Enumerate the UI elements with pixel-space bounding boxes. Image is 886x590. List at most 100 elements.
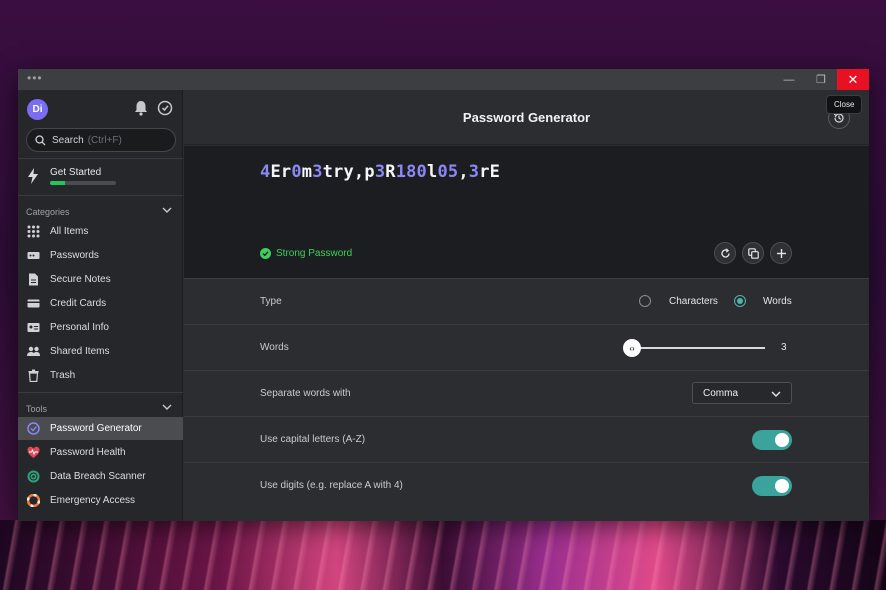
password-segment: 4 — [260, 162, 271, 182]
categories-heading[interactable]: Categories — [26, 207, 176, 217]
sidebar-item-label: All Items — [50, 226, 89, 237]
page-header: Password Generator Close — [184, 90, 869, 145]
search-input[interactable]: Search (Ctrl+F) — [26, 128, 176, 152]
radio-words[interactable] — [734, 295, 746, 307]
sidebar-item-credit-cards[interactable]: Credit Cards — [18, 292, 183, 315]
capital-toggle[interactable] — [752, 430, 792, 450]
categories-heading-label: Categories — [26, 207, 70, 217]
add-item-button[interactable] — [770, 242, 792, 264]
refresh-icon — [720, 247, 730, 258]
chevron-down-icon — [162, 404, 172, 410]
generated-password[interactable]: 4Er0m3try,p3R180l05,3rE — [260, 162, 500, 182]
password-segment: Er — [270, 162, 292, 182]
separator-label: Separate words with — [260, 388, 351, 399]
sidebar-item-label: Secure Notes — [50, 274, 111, 285]
separator-select[interactable]: Comma — [692, 382, 792, 404]
app-window: ••• — ❐ ✕ Di Search (Ctrl+F) Get Started… — [18, 69, 869, 521]
sidebar-item-password-health[interactable]: Password Health — [18, 441, 183, 464]
sidebar-item-personal-info[interactable]: Personal Info — [18, 316, 183, 339]
copy-icon — [747, 247, 759, 259]
option-row-capital: Use capital letters (A-Z) — [184, 416, 869, 462]
option-row-words: Words ‹› 3 — [184, 324, 869, 370]
chevron-down-icon — [162, 207, 172, 213]
desktop-wallpaper — [0, 520, 886, 590]
tools-heading-label: Tools — [26, 404, 48, 414]
maximize-button[interactable]: ❐ — [805, 69, 837, 90]
credit-card-icon — [27, 299, 40, 308]
get-started-item[interactable]: Get Started — [18, 160, 183, 194]
sidebar-item-trash[interactable]: Trash — [18, 364, 183, 387]
lightning-icon — [28, 168, 38, 184]
tools-heading[interactable]: Tools — [26, 404, 176, 414]
sidebar: Di Search (Ctrl+F) Get Started Categorie… — [18, 90, 183, 521]
sidebar-item-data-breach-scanner[interactable]: Data Breach Scanner — [18, 465, 183, 488]
words-slider-track[interactable] — [639, 347, 765, 349]
password-segment: l — [427, 162, 438, 182]
id-card-icon — [27, 323, 40, 332]
radio-characters-label[interactable]: Characters — [669, 296, 718, 307]
password-segment: 3 — [374, 162, 386, 182]
sidebar-item-passwords[interactable]: Passwords — [18, 244, 183, 267]
window-menu-dots[interactable]: ••• — [27, 71, 43, 85]
copy-button[interactable] — [742, 242, 764, 264]
password-segment: 0 — [291, 162, 302, 182]
option-row-type: Type Characters Words — [184, 278, 869, 324]
sidebar-item-label: Shared Items — [50, 346, 110, 357]
strength-label: Strong Password — [276, 248, 353, 259]
main-panel: Password Generator Close 4Er0m3try,p3R18… — [184, 90, 869, 521]
avatar[interactable]: Di — [27, 99, 48, 120]
generator-icon — [27, 422, 40, 435]
capital-label: Use capital letters (A-Z) — [260, 434, 366, 445]
search-shortcut: (Ctrl+F) — [87, 134, 122, 146]
sidebar-item-label: Credit Cards — [50, 298, 107, 309]
sidebar-item-all-items[interactable]: All Items — [18, 220, 183, 243]
settings-icon[interactable] — [156, 99, 174, 117]
sidebar-item-label: Emergency Access — [50, 495, 136, 506]
minimize-button[interactable]: — — [773, 69, 805, 90]
password-segment: 3 — [468, 162, 480, 182]
separator-value: Comma — [703, 387, 739, 399]
digits-label: Use digits (e.g. replace A with 4) — [260, 480, 403, 491]
sidebar-item-label: Data Breach Scanner — [50, 471, 146, 482]
password-segment: 3 — [312, 162, 323, 182]
strength-indicator: Strong Password — [260, 248, 352, 259]
password-icon — [27, 252, 40, 259]
regenerate-button[interactable] — [714, 242, 736, 264]
title-bar: ••• — ❐ ✕ — [18, 69, 869, 90]
digits-toggle[interactable] — [752, 476, 792, 496]
get-started-progress — [50, 181, 116, 185]
words-label: Words — [260, 342, 289, 353]
get-started-label: Get Started — [50, 167, 102, 178]
sidebar-item-shared-items[interactable]: Shared Items — [18, 340, 183, 363]
generated-password-panel: 4Er0m3try,p3R180l05,3rE Strong Password — [184, 146, 869, 278]
chevron-down-icon — [771, 391, 781, 397]
words-slider-thumb[interactable]: ‹› — [623, 339, 641, 357]
close-button[interactable]: ✕ — [837, 69, 869, 90]
sidebar-item-emergency-access[interactable]: Emergency Access — [18, 489, 183, 512]
health-icon — [27, 446, 40, 458]
radio-words-label[interactable]: Words — [763, 296, 792, 307]
sidebar-item-password-generator[interactable]: Password Generator — [18, 417, 183, 440]
password-segment: m — [301, 162, 313, 182]
option-row-digits: Use digits (e.g. replace A with 4) — [184, 462, 869, 508]
divider — [18, 158, 183, 159]
password-segment: , — [458, 162, 469, 182]
trash-icon — [28, 369, 39, 382]
sidebar-item-label: Password Health — [50, 447, 126, 458]
sidebar-item-label: Trash — [50, 370, 76, 381]
radio-characters[interactable] — [639, 295, 651, 307]
note-icon — [29, 273, 38, 286]
page-title: Password Generator — [462, 110, 591, 125]
divider — [18, 392, 183, 393]
words-value: 3 — [781, 342, 787, 353]
sidebar-item-label: Passwords — [50, 250, 99, 261]
bell-icon[interactable] — [132, 99, 150, 117]
plus-icon — [776, 248, 786, 258]
scanner-icon — [27, 470, 40, 483]
password-segment: R — [385, 162, 396, 182]
sidebar-item-label: Password Generator — [50, 423, 142, 434]
password-segment: 05 — [437, 162, 459, 182]
sidebar-item-secure-notes[interactable]: Secure Notes — [18, 268, 183, 291]
search-label: Search — [52, 134, 84, 146]
sidebar-item-label: Personal Info — [50, 322, 109, 333]
